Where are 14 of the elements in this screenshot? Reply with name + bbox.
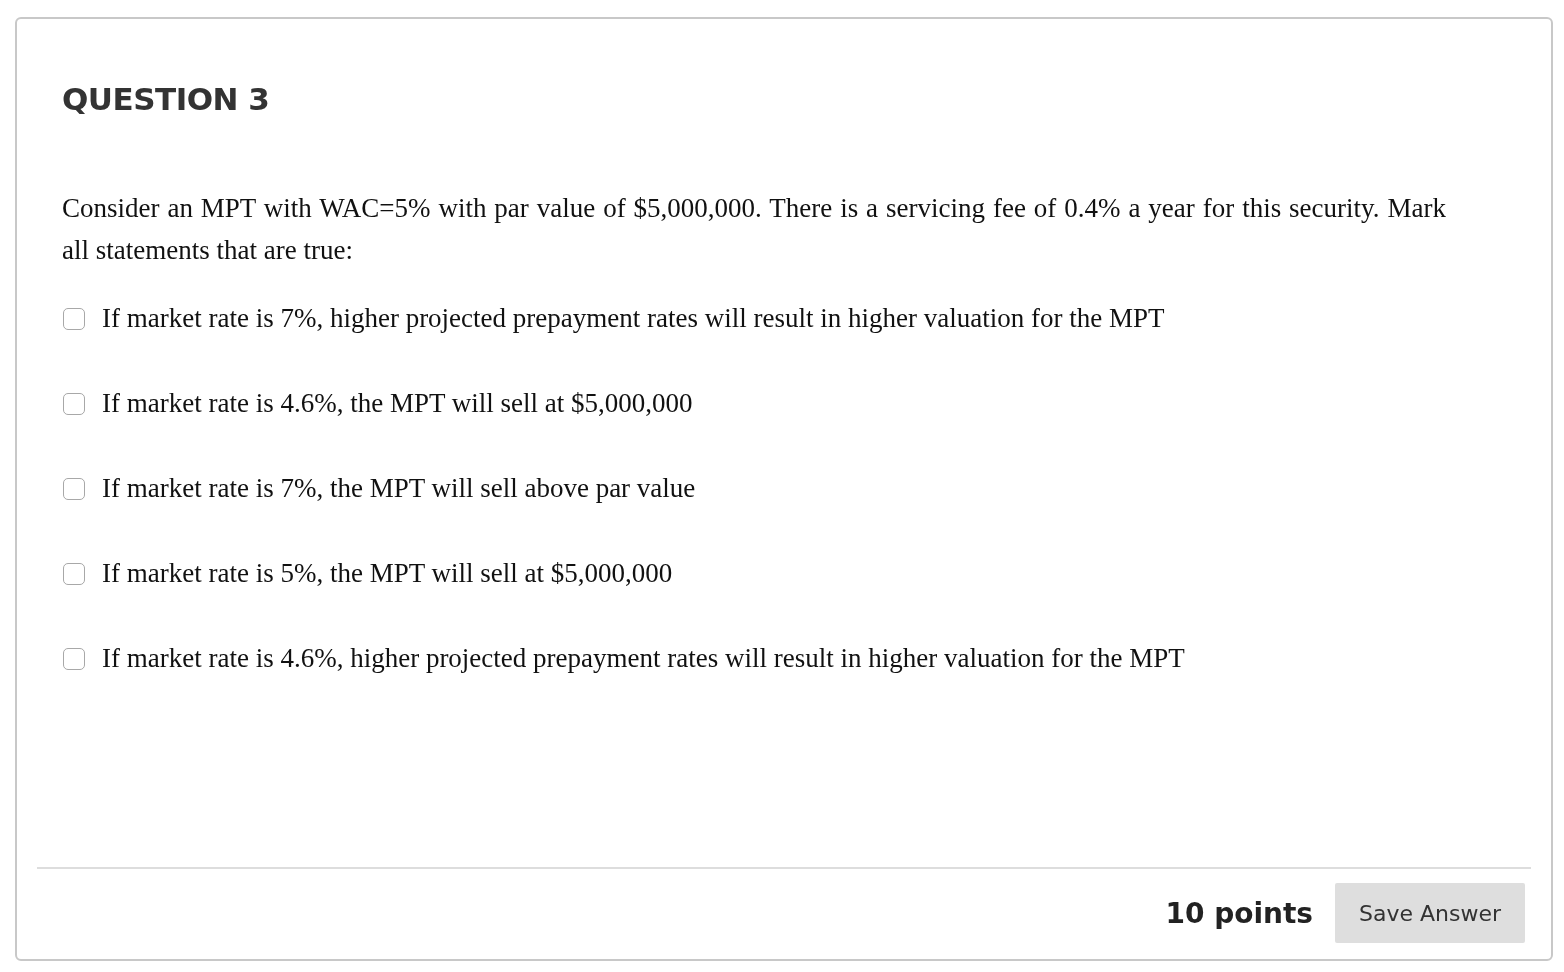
option-label[interactable]: If market rate is 5%, the MPT will sell at $5,000,000 (102, 558, 673, 589)
option-label[interactable]: If market rate is 4.6%, the MPT will sell at $5,000,000 (102, 388, 693, 419)
option-label[interactable]: If market rate is 4.6%, higher projected prepayment rates will result in higher valuation for the MPT (102, 643, 1185, 674)
checkbox[interactable] (63, 477, 85, 500)
checkbox[interactable] (63, 562, 85, 585)
points-label: 10 points (1165, 896, 1313, 930)
checkbox[interactable] (63, 307, 85, 330)
question-title: QUESTION 3 (62, 81, 271, 117)
checkbox[interactable] (63, 392, 85, 415)
question-prompt: Consider an MPT with WAC=5% with par value of $5,000,000. There is a servicing fee of 0.4% a year for this security. Mark all statements that are true: (62, 192, 1446, 267)
option-label[interactable]: If market rate is 7%, the MPT will sell above par value (102, 473, 696, 504)
option-label[interactable]: If market rate is 7%, higher projected prepayment rates will result in higher valuation for the MPT (102, 303, 1165, 334)
checkbox[interactable] (63, 647, 85, 670)
save-answer-button[interactable]: Save Answer (1335, 883, 1525, 943)
